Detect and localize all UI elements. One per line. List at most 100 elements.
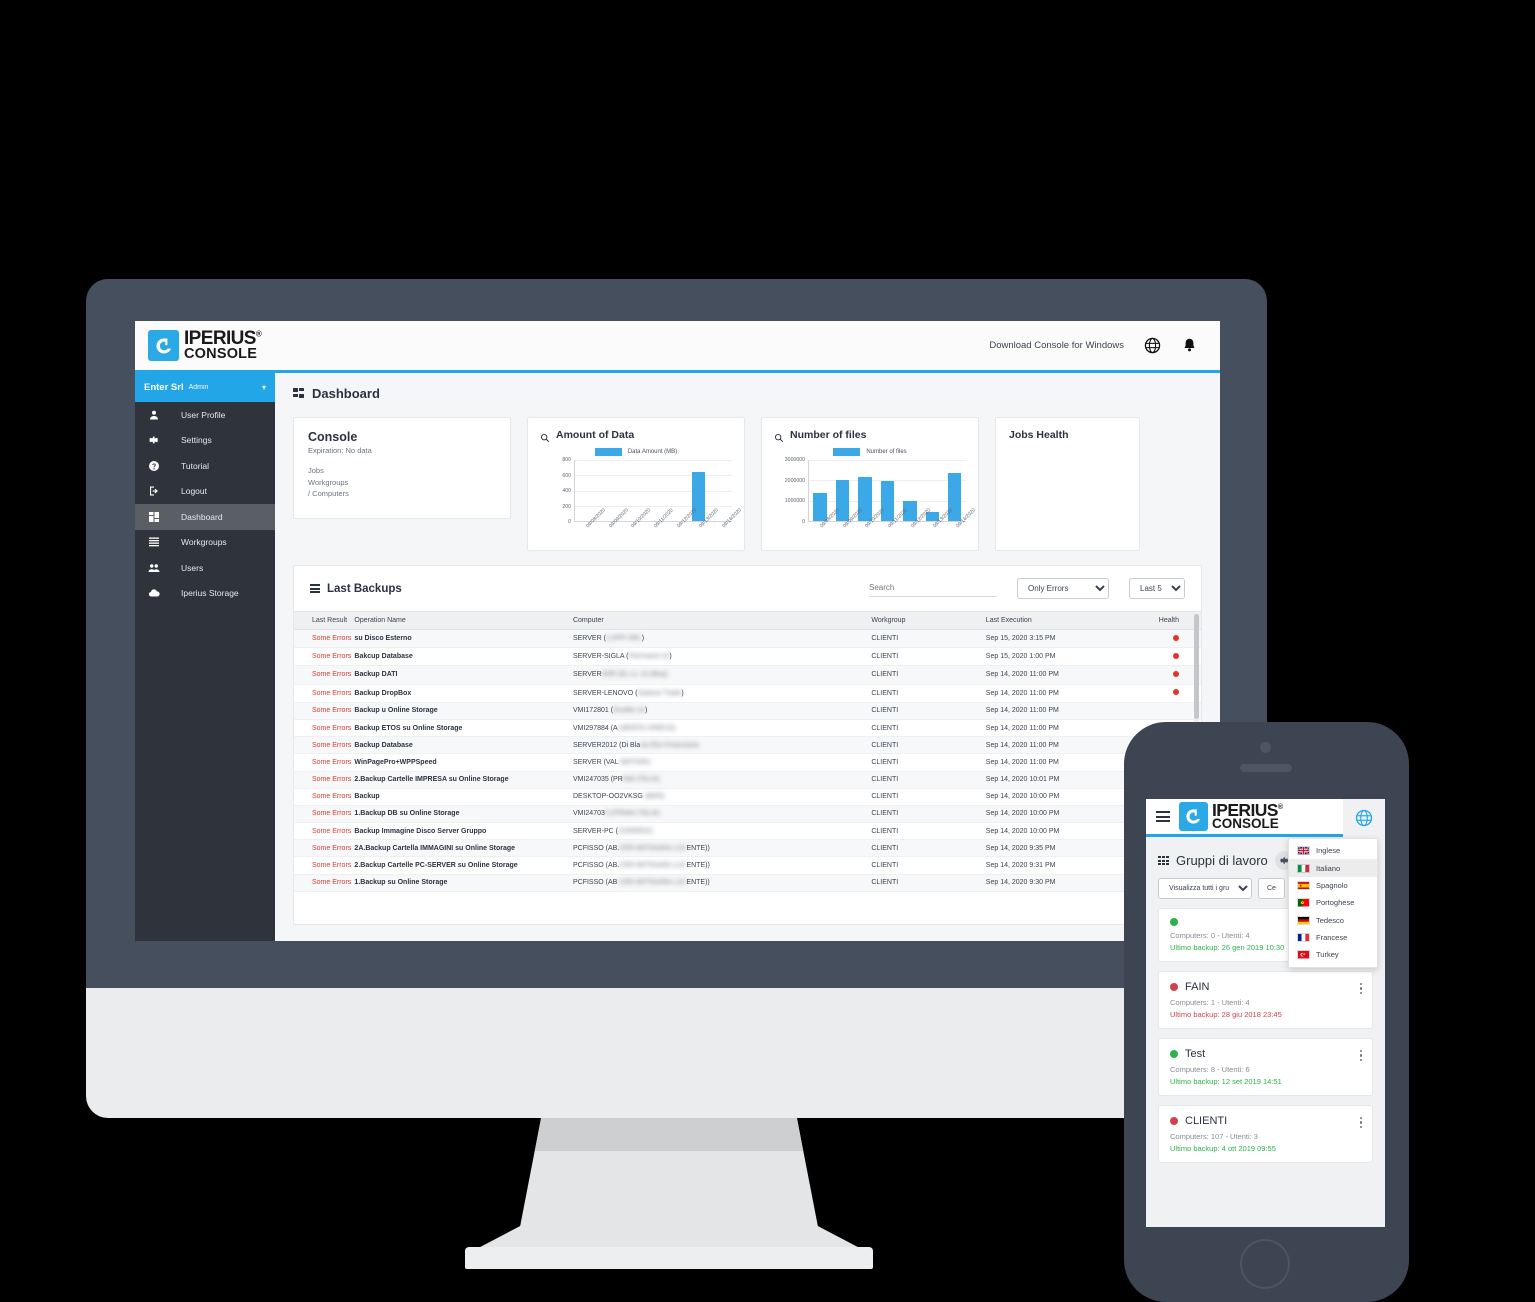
table-row[interactable]: Some Errors Backup DropBox SERVER-LENOVO (… xyxy=(294,684,1201,703)
cell-computer: VMI247035 (PRIMA ITALIA) xyxy=(572,805,872,824)
language-option-es[interactable]: Spagnolo xyxy=(1289,877,1377,894)
bar[interactable] xyxy=(813,492,827,521)
cell-workgroup: CLIENTI xyxy=(871,702,986,720)
bar[interactable] xyxy=(835,480,850,521)
dashboard-grid-icon xyxy=(143,510,165,524)
page-header: Dashboard xyxy=(275,373,1220,401)
cell-last-result: Some Errors xyxy=(294,856,355,875)
group-filter-select[interactable]: Visualizza tutti i gruppi xyxy=(1158,878,1252,899)
y-tick-label: 0 xyxy=(568,519,571,525)
status-badge xyxy=(1170,983,1178,991)
sidebar-item-dashboard[interactable]: Dashboard xyxy=(135,504,275,530)
language-option-pt[interactable]: Portoghese xyxy=(1289,894,1377,911)
table-row[interactable]: Some Errors 1.Backup DB su Online Storage… xyxy=(294,805,1201,824)
table-row[interactable]: Some Errors 2.Backup Cartelle IMPRESA su … xyxy=(294,771,1201,789)
language-option-fr[interactable]: Francese xyxy=(1289,929,1377,946)
table-row[interactable]: Some Errors Backup Immagine Disco Server … xyxy=(294,822,1201,841)
cell-operation-name: 1.Backup su Online Storage xyxy=(354,874,573,892)
language-option-tr[interactable]: Turkey xyxy=(1289,946,1377,963)
chart-title: Amount of Data xyxy=(556,429,635,441)
kebab-menu-icon[interactable] xyxy=(1359,981,1362,996)
globe-icon[interactable] xyxy=(1144,337,1161,354)
download-console-link[interactable]: Download Console for Windows xyxy=(989,340,1124,351)
cell-health xyxy=(1142,665,1201,685)
cell-last-result: Some Errors xyxy=(294,805,355,824)
table-scrollbar-thumb[interactable] xyxy=(1194,614,1199,719)
org-switcher[interactable]: Enter Srl Admin ▾ xyxy=(135,373,275,402)
status-badge xyxy=(1173,652,1179,659)
language-option-it[interactable]: Italiano xyxy=(1289,859,1377,877)
language-globe-button[interactable] xyxy=(1343,799,1385,837)
workgroup-card[interactable]: CLIENTI Computers: 107 - Utenti: 3 Ultimo … xyxy=(1158,1105,1373,1163)
cell-last-execution: Sep 14, 2020 9:31 PM xyxy=(985,856,1143,875)
language-option-uk[interactable]: Inglese xyxy=(1289,842,1377,859)
cell-workgroup: CLIENTI xyxy=(871,822,986,841)
language-option-de[interactable]: Tedesco xyxy=(1289,912,1377,929)
bar-slot xyxy=(575,460,597,521)
table-row[interactable]: Some Errors Backup u Online Storage VMI172… xyxy=(294,702,1201,720)
workgroup-card-header: Test xyxy=(1170,1048,1361,1060)
table-header-row: Last Result Operation Name Computer Work… xyxy=(294,611,1201,630)
registered-mark: ® xyxy=(1277,804,1283,812)
table-row[interactable]: Some Errors Backup ETOS su Online Storage… xyxy=(294,719,1201,738)
flag-icon-es xyxy=(1297,880,1310,890)
cell-workgroup: CLIENTI xyxy=(871,719,986,738)
search-input[interactable] xyxy=(869,580,997,597)
cell-computer: SERVER (LUPPI SRL) xyxy=(572,629,872,649)
workgroup-last-backup: Ultimo backup: 12 set 2019 14:51 xyxy=(1170,1077,1282,1086)
last-backups-title: Last Backups xyxy=(327,582,402,595)
iperius-logo-icon xyxy=(148,330,179,361)
table-row[interactable]: Some Errors Bakcup Database SERVER-SIGLA (… xyxy=(294,647,1201,667)
table-row[interactable]: Some Errors 2.Backup Cartelle PC-SERVER s… xyxy=(294,856,1201,875)
workgroup-name: Test xyxy=(1185,1048,1206,1060)
kebab-menu-icon[interactable] xyxy=(1359,1048,1362,1063)
app-logo[interactable]: IPERIUS® CONSOLE xyxy=(148,329,262,361)
org-role: Admin xyxy=(188,384,209,391)
flag-icon-uk xyxy=(1297,846,1310,856)
cell-workgroup: CLIENTI xyxy=(871,684,986,703)
phone-app-logo[interactable]: IPERIUS® CONSOLE xyxy=(1179,802,1283,831)
workgroup-card[interactable]: FAIN Computers: 1 - Utenti: 4 Ultimo backu… xyxy=(1158,971,1373,1029)
table-row[interactable]: Some Errors su Disco Esterno SERVER (LUPP… xyxy=(294,629,1201,649)
bar[interactable] xyxy=(880,481,895,521)
sidebar-item-users[interactable]: Users xyxy=(135,555,275,581)
table-row[interactable]: Some Errors Backup DATI SERVERARR (B.c.a. … xyxy=(294,665,1201,685)
phone-home-button[interactable] xyxy=(1240,1239,1290,1289)
chevron-down-icon[interactable]: ▾ xyxy=(262,383,266,392)
sidebar-item-logout[interactable]: Logout xyxy=(135,479,275,505)
column-computer: Computer xyxy=(572,611,872,630)
sidebar-item-tutorial[interactable]: Tutorial xyxy=(135,453,275,479)
sidebar-item-label: Dashboard xyxy=(181,511,223,522)
sidebar-item-workgroups[interactable]: Workgroups xyxy=(135,530,275,556)
kebab-menu-icon[interactable] xyxy=(1359,1115,1362,1130)
filter-count-select[interactable]: Last 50 xyxy=(1129,578,1185,599)
cell-computer: PCFISSO (AB.CER ARTIGIANI LUCENTE)) xyxy=(572,874,872,892)
cell-health xyxy=(1142,647,1201,667)
x-axis: 09/08/2020 09/09/2020 09/10/2020 09/11/2020… xyxy=(574,507,742,557)
cell-health xyxy=(1142,629,1201,649)
workgroup-card[interactable]: Test Computers: 8 - Utenti: 6 Ultimo backu… xyxy=(1158,1038,1373,1096)
table-row[interactable]: Some Errors Backup DESKTOP-OO2VKSG (BMS) CL… xyxy=(294,788,1201,806)
cell-last-result: Some Errors xyxy=(294,822,355,841)
y-tick-label: 1000000 xyxy=(784,498,805,505)
sidebar-item-iperius-storage[interactable]: Iperius Storage xyxy=(135,581,275,607)
sidebar-item-settings[interactable]: Settings xyxy=(135,428,275,454)
language-dropdown-menu[interactable]: Inglese Italiano Spagnolo Portoghese Tedesco… xyxy=(1288,838,1378,968)
last-backups-header: Last Backups Only Errors Last 50 xyxy=(294,566,1201,599)
cell-last-result: Some Errors xyxy=(294,839,355,858)
cell-workgroup: CLIENTI xyxy=(871,665,986,685)
cell-operation-name: 2.Backup Cartelle PC-SERVER su Online St… xyxy=(354,856,573,875)
table-row[interactable]: Some Errors Backup Database SERVER2012 (Di… xyxy=(294,736,1201,755)
table-row[interactable]: Some Errors WinPagePro+WPPSpeed SERVER (VA… xyxy=(294,753,1201,772)
cell-operation-name: Backup Database xyxy=(354,736,573,755)
table-row[interactable]: Some Errors 1.Backup su Online Storage PCF… xyxy=(294,874,1201,892)
phone-secondary-button[interactable]: Ce xyxy=(1258,878,1285,899)
bell-icon[interactable] xyxy=(1181,337,1198,354)
hamburger-icon[interactable] xyxy=(1156,809,1170,825)
table-row[interactable]: Some Errors 2A.Backup Cartella IMMAGINI s… xyxy=(294,839,1201,858)
sidebar-item-user-profile[interactable]: User Profile xyxy=(135,402,275,428)
app-topbar: IPERIUS® CONSOLE Download Console for Wi… xyxy=(135,321,1220,373)
cell-last-execution: Sep 14, 2020 11:00 PM xyxy=(985,719,1143,738)
filter-errors-select[interactable]: Only Errors xyxy=(1017,578,1109,599)
dashboard-grid-icon xyxy=(293,388,304,399)
